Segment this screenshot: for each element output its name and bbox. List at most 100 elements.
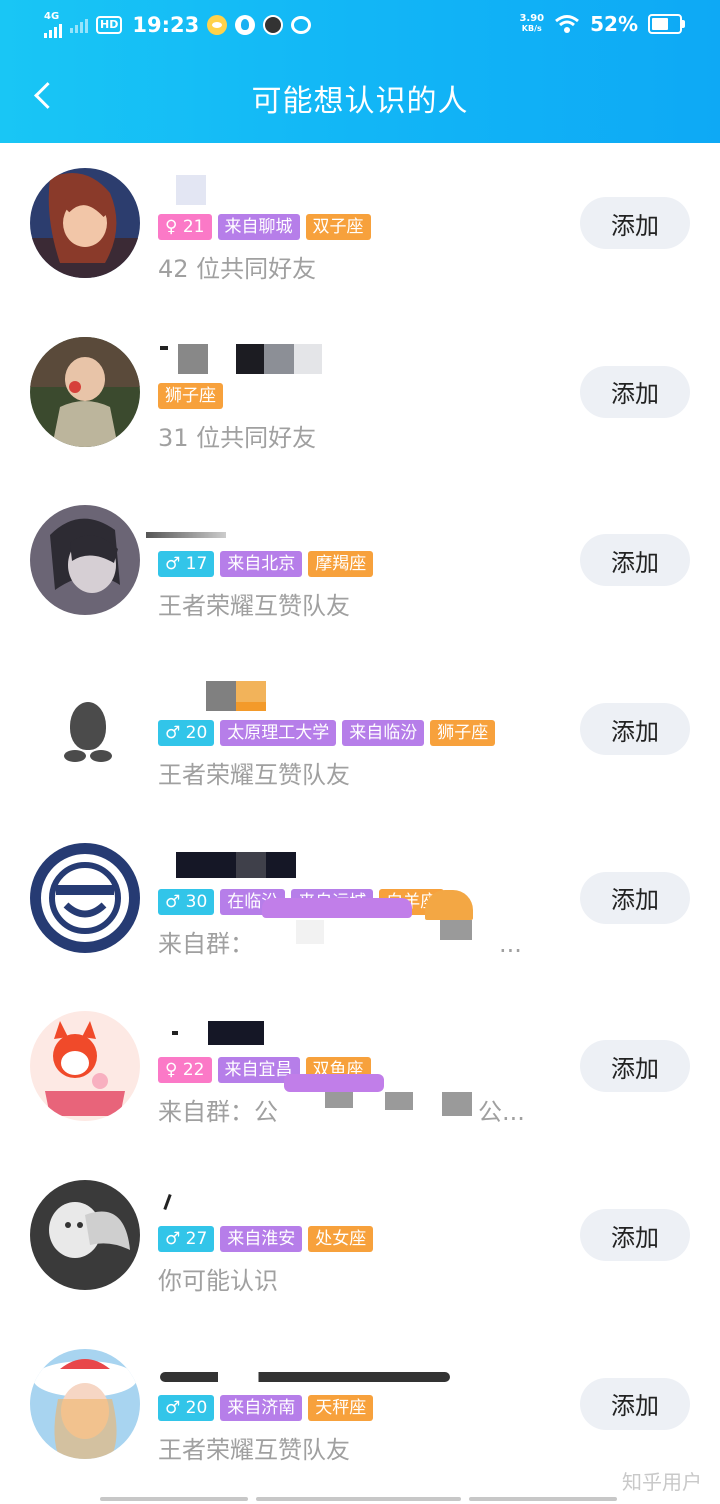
list-item[interactable]: 狮子座 31 位共同好友 添加 — [0, 312, 720, 481]
add-friend-button[interactable]: 添加 — [580, 1209, 690, 1262]
school-tag: 太原理工大学 — [220, 720, 337, 747]
zodiac-tag: 天秤座 — [308, 1394, 374, 1421]
hd-badge: HD — [96, 16, 123, 34]
hometown-tag: 来自淮安 — [220, 1226, 303, 1253]
redaction-block — [160, 1371, 450, 1382]
redaction-block — [294, 343, 322, 374]
relation-note: 王者荣耀互赞队友 — [158, 761, 350, 790]
mutual-friends: 42 位共同好友 — [158, 255, 317, 283]
zodiac-tag: 狮子座 — [158, 382, 223, 409]
add-friend-button[interactable]: 添加 — [580, 197, 690, 249]
avatar[interactable] — [30, 505, 140, 616]
user-name-redacted — [160, 848, 296, 882]
group-source-suffix: ... — [499, 929, 522, 958]
hometown-tag: 来自临汾 — [342, 720, 425, 747]
group-source-prefix: 来自群： — [158, 929, 254, 958]
relation-note: 你可能认识 — [158, 1267, 278, 1296]
add-friend-button[interactable]: 添加 — [580, 365, 690, 418]
redaction-block — [236, 681, 266, 712]
zodiac-tag: 摩羯座 — [308, 551, 374, 578]
redaction-block — [442, 1092, 472, 1117]
redaction-block — [146, 532, 226, 539]
avatar[interactable] — [30, 336, 140, 447]
avatar[interactable] — [30, 1348, 140, 1459]
group-source-suffix: 公... — [478, 1098, 525, 1127]
avatar[interactable] — [30, 1180, 140, 1291]
redaction-block — [440, 919, 472, 940]
redaction-block — [208, 1021, 264, 1046]
net-speed-unit: KB/s — [521, 24, 542, 33]
tag-row: ♀ 21 来自聊城 双子座 — [158, 214, 371, 240]
network-type: 4G — [44, 11, 60, 22]
gender-age-tag: ♂ 30 — [158, 888, 215, 915]
avatar[interactable] — [30, 168, 140, 278]
user-name-redacted — [160, 173, 206, 207]
hometown-tag: 来自聊城 — [217, 214, 300, 240]
add-friend-button[interactable]: 添加 — [580, 871, 690, 924]
user-name-redacted — [160, 679, 266, 713]
user-name-redacted — [146, 510, 226, 544]
hometown-tag: 来自济南 — [220, 1394, 303, 1421]
mutual-friends: 31 位共同好友 — [158, 423, 317, 452]
net-speed: 3.90 KB/s — [519, 14, 544, 34]
wifi-icon — [555, 15, 580, 33]
list-item[interactable]: ♂ 20 太原理工大学 来自临汾 狮子座 王者荣耀互赞队友 添加 — [0, 649, 720, 818]
tag-row: 狮子座 — [158, 382, 223, 409]
add-friend-button[interactable]: 添加 — [580, 1040, 690, 1093]
redaction-block — [385, 1092, 413, 1111]
clock: 19:23 — [132, 13, 200, 37]
qq-penguin-icon — [62, 702, 114, 763]
zodiac-tag: 狮子座 — [430, 720, 496, 747]
zodiac-tag: 双子座 — [305, 214, 371, 240]
gender-age-tag: ♀ 22 — [158, 1057, 212, 1084]
status-bar: 4G HD 19:23 3.90 KB/s 52% — [0, 0, 720, 52]
default-avatar[interactable] — [30, 674, 140, 784]
add-friend-button[interactable]: 添加 — [580, 703, 690, 756]
redaction-block — [236, 851, 266, 878]
add-friend-button[interactable]: 添加 — [580, 534, 690, 587]
tag-row: ♂ 27 来自淮安 处女座 — [158, 1226, 374, 1253]
qq-app-icon — [235, 15, 256, 35]
list-item[interactable]: ♂ 27 来自淮安 处女座 你可能认识 添加 — [0, 1155, 720, 1324]
redaction-block — [425, 889, 473, 920]
app-header: 4G HD 19:23 3.90 KB/s 52% 可能想认识的人 — [0, 0, 720, 143]
redaction-block — [163, 1194, 172, 1211]
user-name-redacted — [160, 1354, 450, 1388]
page-title: 可能想认识的人 — [251, 84, 469, 119]
gender-age-tag: ♂ 27 — [158, 1226, 215, 1253]
redaction-block — [206, 681, 236, 712]
redaction-block — [325, 1092, 353, 1109]
net-speed-value: 3.90 — [519, 13, 545, 24]
redaction-block — [266, 851, 296, 878]
user-name-redacted — [160, 1185, 172, 1219]
group-source-prefix: 来自群：公 — [158, 1098, 278, 1127]
redaction-block — [284, 1074, 384, 1093]
user-name-redacted — [160, 1016, 264, 1050]
status-left: 4G HD 19:23 — [44, 12, 312, 38]
hometown-tag: 来自北京 — [220, 551, 303, 578]
list-item[interactable]: ♂ 20 来自济南 天秤座 王者荣耀互赞队友 添加 — [0, 1324, 720, 1493]
gender-age-tag: ♀ 21 — [158, 214, 212, 240]
scroll-indicator — [100, 1497, 617, 1502]
add-friend-button[interactable]: 添加 — [580, 1377, 690, 1430]
list-item[interactable]: ♂ 17 来自北京 摩羯座 王者荣耀互赞队友 添加 — [0, 480, 720, 649]
battery-fill — [652, 18, 668, 30]
list-item[interactable]: ♀ 21 来自聊城 双子座 42 位共同好友 添加 — [0, 143, 720, 312]
signal-icon — [44, 22, 62, 38]
relation-note: 王者荣耀互赞队友 — [158, 592, 350, 621]
gender-age-tag: ♂ 20 — [158, 720, 215, 747]
secondary-signal-icon — [70, 17, 88, 33]
redaction-block — [176, 851, 236, 878]
network-indicator: 4G — [44, 12, 62, 38]
watermark: 知乎用户 — [622, 1470, 702, 1494]
list-item[interactable]: ♂ 30 在临汾 来自运城 白羊座 来自群：... 添加 — [0, 818, 720, 987]
list-item[interactable]: ♀ 22 来自宜昌 双鱼座 来自群：公 公... 添加 — [0, 986, 720, 1155]
gender-age-tag: ♂ 20 — [158, 1394, 215, 1421]
redaction-block — [264, 343, 294, 374]
tag-row: ♂ 20 太原理工大学 来自临汾 狮子座 — [158, 720, 496, 747]
weibo-icon — [291, 16, 312, 34]
avatar[interactable] — [30, 1011, 140, 1122]
relation-note: 王者荣耀互赞队友 — [158, 1435, 350, 1464]
avatar[interactable] — [30, 842, 140, 953]
redaction-block — [236, 343, 264, 374]
